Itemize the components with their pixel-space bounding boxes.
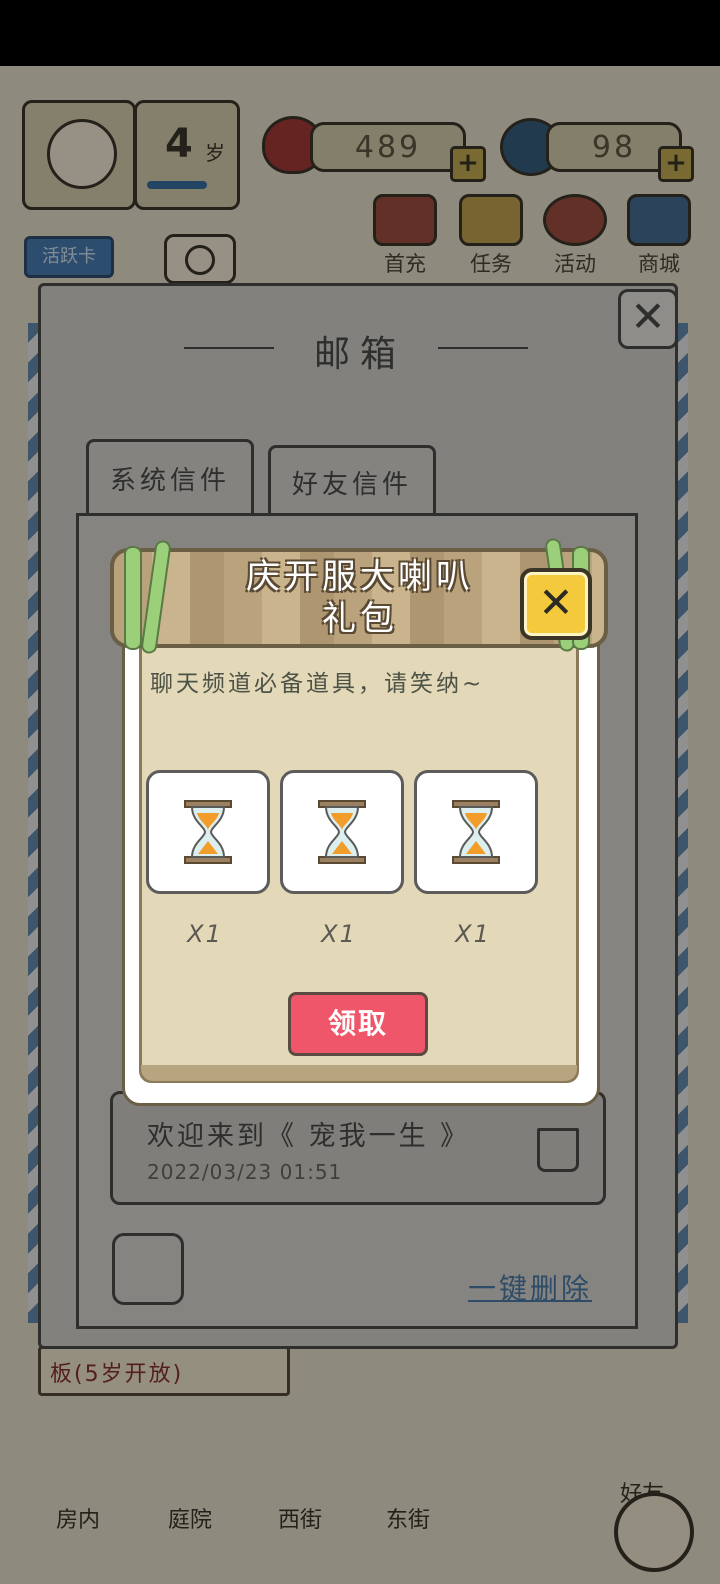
top-hud: 4 岁 活跃卡 489 + 98 + 首充 任务 活动 商城	[0, 66, 720, 296]
add-hearts-button[interactable]: +	[450, 146, 486, 182]
hourglass-icon	[452, 800, 500, 864]
mail-subject: 欢迎来到《 宠我一生 》	[147, 1121, 471, 1152]
popup-description: 聊天频道必备道具，请笑纳~	[150, 671, 485, 697]
hearts-counter: 489	[310, 122, 466, 172]
reward-items: X1 X1 X1	[146, 770, 546, 948]
camera-icon[interactable]	[164, 234, 236, 284]
reward-item[interactable]: X1	[280, 770, 404, 948]
mailbox-close-button[interactable]: ✕	[618, 289, 678, 349]
hamster-icon	[47, 119, 117, 189]
popup-title: 庆开服大喇叭 礼包	[150, 556, 570, 640]
avatar[interactable]	[22, 100, 136, 210]
mail-row[interactable]: 欢迎来到《 宠我一生 》 2022/03/23 01:51	[110, 1091, 606, 1205]
first-charge-button[interactable]: 首充	[372, 194, 438, 278]
age-unit: 岁	[205, 141, 225, 165]
events-button[interactable]: 活动	[542, 194, 608, 278]
add-coins-button[interactable]: +	[658, 146, 694, 182]
age-value: 4	[165, 121, 193, 167]
shop-icon	[627, 194, 691, 246]
bamboo-left-icon	[124, 546, 142, 650]
bottom-bar: 板(5岁开放) 好友 房内 庭院 西街 东街	[0, 1326, 720, 1584]
claim-button[interactable]: 领取	[288, 992, 428, 1056]
shop-button[interactable]: 商城	[626, 194, 692, 278]
hourglass-icon	[318, 800, 366, 864]
trash-icon[interactable]	[537, 1128, 579, 1172]
active-card-badge[interactable]: 活跃卡	[24, 236, 114, 278]
delete-all-link[interactable]: 一键删除	[468, 1267, 592, 1307]
popup-close-button[interactable]: ✕	[520, 568, 592, 640]
age-card: 4 岁	[134, 100, 240, 210]
tab-friend-mail[interactable]: 好友信件	[268, 445, 436, 516]
item-quantity: X1	[455, 920, 491, 948]
nav-room[interactable]: 房内	[56, 1502, 100, 1534]
task-icon	[459, 194, 523, 246]
mail-time: 2022/03/23 01:51	[147, 1160, 343, 1184]
nav-yard[interactable]: 庭院	[168, 1502, 212, 1534]
item-slot[interactable]	[280, 770, 404, 894]
nav-east-street[interactable]: 东街	[386, 1502, 430, 1534]
item-slot[interactable]	[146, 770, 270, 894]
tab-system-mail[interactable]: 系统信件	[86, 439, 254, 514]
reward-item[interactable]: X1	[414, 770, 538, 948]
item-quantity: X1	[187, 920, 223, 948]
item-slot[interactable]	[414, 770, 538, 894]
balloon-icon	[543, 194, 607, 246]
shield-star-icon[interactable]	[112, 1233, 184, 1305]
gift-icon	[373, 194, 437, 246]
mailbox-title: 邮箱	[314, 334, 407, 375]
hourglass-icon	[184, 800, 232, 864]
nav-west-street[interactable]: 西街	[278, 1502, 322, 1534]
age-progress	[147, 181, 207, 189]
scroll-up-icon[interactable]	[614, 1492, 694, 1572]
popup-title-line1: 庆开服大喇叭	[246, 557, 474, 597]
close-icon: ✕	[538, 578, 574, 627]
unlock-hint: 板(5岁开放)	[50, 1362, 184, 1387]
popup-title-line2: 礼包	[322, 599, 398, 639]
reward-item[interactable]: X1	[146, 770, 270, 948]
tasks-button[interactable]: 任务	[458, 194, 524, 278]
item-quantity: X1	[321, 920, 357, 948]
